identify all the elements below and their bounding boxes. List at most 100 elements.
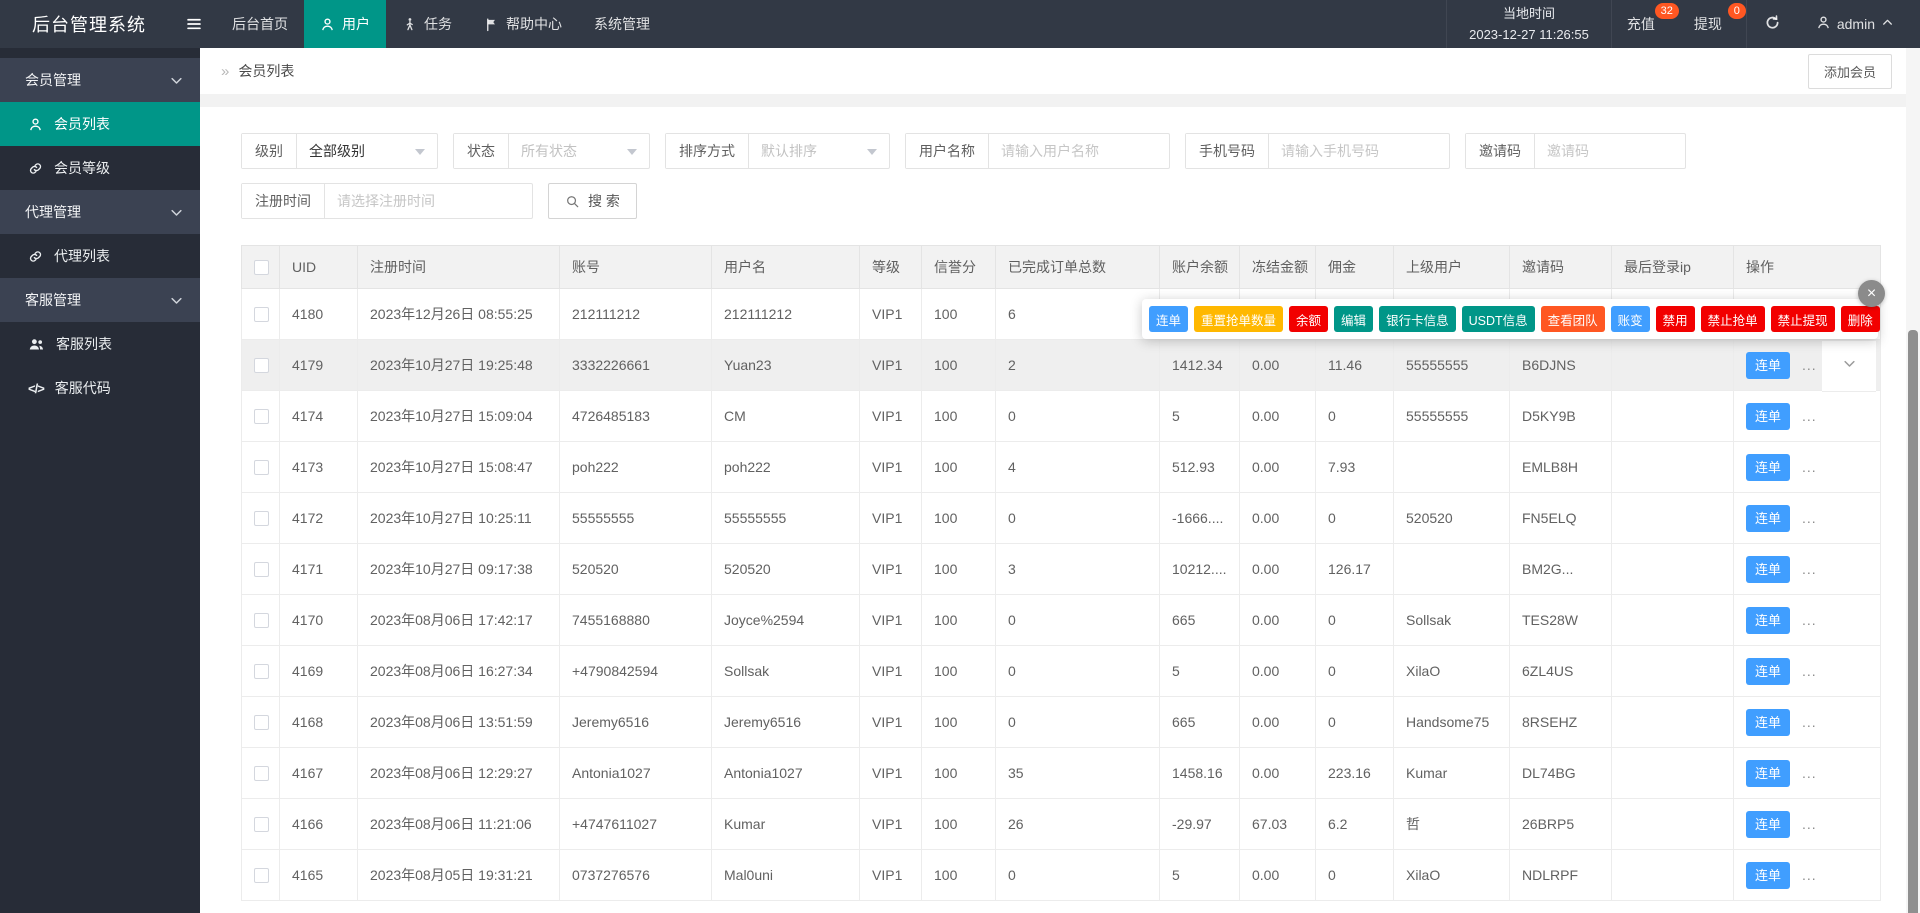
hamburger-menu-icon[interactable] <box>172 0 216 48</box>
popup-action-余额[interactable]: 余额 <box>1289 306 1329 332</box>
cell-balance: 1458.16 <box>1159 747 1240 799</box>
top-menu-item-用户[interactable]: 用户 <box>304 0 386 48</box>
top-menu-item-任务[interactable]: 任务 <box>386 0 468 48</box>
popup-action-禁止提现[interactable]: 禁止提现 <box>1770 306 1835 332</box>
sidebar-group-客服管理[interactable]: 客服管理 <box>0 278 200 322</box>
sidebar-group-会员管理[interactable]: 会员管理 <box>0 58 200 102</box>
row-checkbox[interactable] <box>254 613 269 629</box>
refresh-icon <box>1764 14 1781 34</box>
more-actions-button[interactable]: ... <box>1802 816 1817 832</box>
select-all-checkbox[interactable] <box>254 260 269 276</box>
filter-row-1: 级别全部级别状态所有状态排序方式默认排序用户名称手机号码邀请码 <box>241 133 1890 169</box>
chain-order-button[interactable]: 连单 <box>1746 708 1791 736</box>
sidebar-item-会员列表[interactable]: 会员列表 <box>0 102 200 146</box>
more-actions-button[interactable]: ... <box>1802 357 1817 373</box>
sidebar-group-代理管理[interactable]: 代理管理 <box>0 190 200 234</box>
top-menu-item-帮助中心[interactable]: 帮助中心 <box>468 0 578 48</box>
row-checkbox[interactable] <box>254 409 269 425</box>
register-time-input[interactable] <box>337 193 520 209</box>
popup-action-账变[interactable]: 账变 <box>1610 306 1650 332</box>
row-expand-chevron[interactable] <box>1822 341 1876 392</box>
popup-action-删除[interactable]: 删除 <box>1840 306 1880 332</box>
chain-order-button[interactable]: 连单 <box>1746 555 1791 583</box>
cell-username: 520520 <box>711 543 860 595</box>
chain-order-button[interactable]: 连单 <box>1746 402 1791 430</box>
cell-username: Joyce%2594 <box>711 594 860 646</box>
cell-actions: 连单... <box>1733 747 1881 799</box>
search-icon <box>565 194 580 209</box>
more-actions-button[interactable]: ... <box>1802 867 1817 883</box>
more-actions-button[interactable]: ... <box>1802 663 1817 679</box>
chain-order-button[interactable]: 连单 <box>1746 810 1791 838</box>
cell-last-login-ip <box>1611 696 1734 748</box>
scrollbar-thumb[interactable] <box>1908 330 1918 913</box>
chain-order-button[interactable]: 连单 <box>1746 351 1791 379</box>
filter-select-control[interactable]: 默认排序 <box>749 134 889 168</box>
row-checkbox[interactable] <box>254 562 269 578</box>
cell-last-login-ip <box>1611 645 1734 697</box>
sidebar-item-客服列表[interactable]: 客服列表 <box>0 322 200 366</box>
cell-account: +4747611027 <box>559 798 712 850</box>
popup-action-连单[interactable]: 连单 <box>1149 306 1189 332</box>
sidebar-item-客服代码[interactable]: </> 客服代码 <box>0 366 200 410</box>
row-checkbox[interactable] <box>254 817 269 833</box>
table-row-uid-4170: 4170 2023年08月06日 17:42:17 7455168880 Joyce%… <box>241 594 1881 646</box>
chain-order-button[interactable]: 连单 <box>1746 657 1791 685</box>
cell-username: poh222 <box>711 441 860 493</box>
popup-action-银行卡信息[interactable]: 银行卡信息 <box>1379 306 1456 332</box>
cell-uid: 4180 <box>279 288 358 340</box>
more-actions-button[interactable]: ... <box>1802 561 1817 577</box>
chain-order-button[interactable]: 连单 <box>1746 759 1791 787</box>
row-checkbox[interactable] <box>254 460 269 476</box>
sidebar-item-代理列表[interactable]: 代理列表 <box>0 234 200 278</box>
popup-action-查看团队[interactable]: 查看团队 <box>1540 306 1605 332</box>
sidebar-item-会员等级[interactable]: 会员等级 <box>0 146 200 190</box>
more-actions-button[interactable]: ... <box>1802 714 1817 730</box>
filter-input-邀请码: 邀请码 <box>1465 133 1686 169</box>
more-actions-button[interactable]: ... <box>1802 459 1817 475</box>
popup-action-USDT信息[interactable]: USDT信息 <box>1461 306 1535 332</box>
filter-text-input[interactable] <box>1547 143 1673 159</box>
popup-action-禁止抢单[interactable]: 禁止抢单 <box>1700 306 1765 332</box>
row-checkbox[interactable] <box>254 766 269 782</box>
header-right: 当地时间 2023-12-27 11:26:55 充值 32 提现 0 admi… <box>1446 0 1920 48</box>
filter-label: 用户名称 <box>906 134 989 168</box>
cell-orders: 0 <box>995 492 1160 544</box>
recharge-button[interactable]: 充值 32 <box>1612 0 1679 48</box>
refresh-button[interactable] <box>1745 0 1798 48</box>
chain-order-button[interactable]: 连单 <box>1746 504 1791 532</box>
chain-order-button[interactable]: 连单 <box>1746 861 1791 889</box>
vertical-scrollbar[interactable] <box>1906 48 1920 913</box>
row-checkbox[interactable] <box>254 664 269 680</box>
row-select-cell <box>241 594 280 646</box>
search-button[interactable]: 搜 索 <box>548 183 637 219</box>
popup-action-编辑[interactable]: 编辑 <box>1334 306 1374 332</box>
more-actions-button[interactable]: ... <box>1802 765 1817 781</box>
cell-parent-user: 55555555 <box>1393 339 1510 391</box>
filter-text-input[interactable] <box>1281 143 1437 159</box>
filter-select-control[interactable]: 全部级别 <box>297 134 437 168</box>
row-checkbox[interactable] <box>254 307 269 323</box>
popup-action-禁用[interactable]: 禁用 <box>1655 306 1695 332</box>
more-actions-button[interactable]: ... <box>1802 408 1817 424</box>
more-actions-button[interactable]: ... <box>1802 510 1817 526</box>
filter-text-input[interactable] <box>1001 143 1157 159</box>
top-menu-item-label: 任务 <box>424 16 452 32</box>
chain-order-button[interactable]: 连单 <box>1746 453 1791 481</box>
admin-user-menu[interactable]: admin <box>1798 0 1920 48</box>
row-checkbox[interactable] <box>254 868 269 884</box>
more-actions-button[interactable]: ... <box>1802 612 1817 628</box>
top-menu-item-系统管理[interactable]: 系统管理 <box>578 0 666 48</box>
withdraw-button[interactable]: 提现 0 <box>1679 0 1746 48</box>
row-checkbox[interactable] <box>254 715 269 731</box>
filter-select-control[interactable]: 所有状态 <box>509 134 649 168</box>
add-member-button[interactable]: 添加会员 <box>1807 53 1892 89</box>
row-checkbox[interactable] <box>254 358 269 374</box>
cell-level: VIP1 <box>859 594 922 646</box>
chain-order-button[interactable]: 连单 <box>1746 606 1791 634</box>
row-checkbox[interactable] <box>254 511 269 527</box>
cell-account: poh222 <box>559 441 712 493</box>
popup-close-icon[interactable]: × <box>1858 280 1885 307</box>
popup-action-重置抢单数量[interactable]: 重置抢单数量 <box>1194 306 1284 332</box>
top-menu-item-后台首页[interactable]: 后台首页 <box>216 0 304 48</box>
